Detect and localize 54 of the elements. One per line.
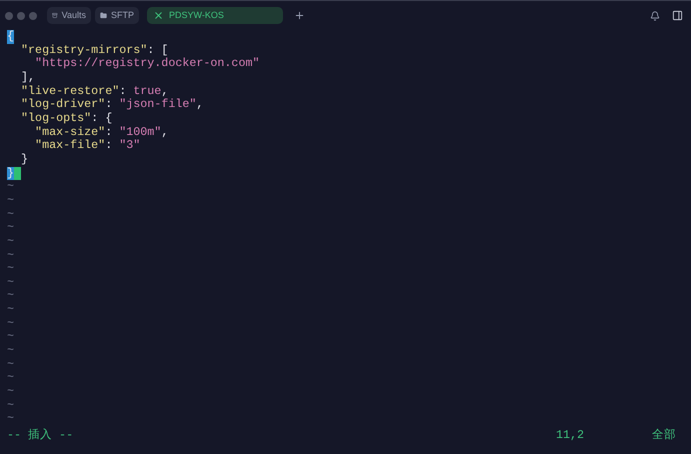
- code-text: :: [105, 139, 114, 153]
- empty-line-marker: ~: [7, 262, 14, 276]
- empty-line-marker: ~: [7, 412, 14, 426]
- code-text: :: [105, 98, 114, 112]
- empty-line-marker: ~: [7, 208, 14, 222]
- scroll-position: 全部: [652, 429, 676, 443]
- folder-icon: [100, 10, 107, 21]
- code-text: : {: [91, 112, 112, 126]
- code-text: "registry-mirrors": [20, 44, 148, 58]
- empty-line-marker: ~: [7, 344, 14, 358]
- cursor-position: 11,2: [556, 429, 584, 443]
- mode-indicator: -- 插入 --: [7, 429, 74, 443]
- empty-line-marker: ~: [7, 385, 14, 399]
- empty-line-marker: ~: [7, 180, 14, 194]
- tab[interactable]: SFTP: [95, 7, 139, 24]
- code-text: {: [7, 30, 14, 44]
- code-text: ,: [161, 84, 168, 98]
- code-text: :: [119, 84, 128, 98]
- empty-line-marker: ~: [7, 221, 14, 235]
- sidebar-toggle-icon[interactable]: [672, 10, 683, 21]
- code-text: "live-restore": [20, 84, 120, 98]
- new-tab-icon[interactable]: [294, 10, 305, 21]
- code-text: true: [133, 84, 162, 98]
- code-text: "log-opts": [20, 112, 92, 126]
- code-text: }: [7, 166, 14, 180]
- code-text: "https://registry.docker-on.com": [34, 57, 260, 71]
- empty-line-marker: ~: [7, 303, 14, 317]
- code-text: :: [105, 126, 114, 140]
- empty-line-marker: ~: [7, 248, 14, 262]
- code-text: "100m": [119, 126, 162, 140]
- empty-line-marker: ~: [7, 330, 14, 344]
- vault-icon: [52, 10, 58, 21]
- code-text: ,: [196, 98, 204, 112]
- empty-line-marker: ~: [7, 234, 14, 248]
- empty-line-marker: ~: [7, 398, 14, 412]
- code-text: ,: [161, 126, 168, 140]
- code-text: "json-file": [119, 98, 196, 112]
- empty-line-marker: ~: [7, 194, 14, 208]
- code-text: }: [20, 152, 28, 167]
- code-text: "3": [119, 139, 140, 153]
- notification-icon[interactable]: [650, 10, 660, 20]
- empty-line-marker: ~: [7, 316, 14, 330]
- empty-line-marker: ~: [7, 276, 14, 290]
- code-text: "log-driver": [20, 98, 106, 112]
- tab[interactable]: Vaults: [47, 7, 91, 24]
- code-text: "max-file": [34, 139, 106, 153]
- empty-line-marker: ~: [7, 371, 14, 386]
- empty-line-marker: ~: [7, 358, 14, 372]
- empty-line-marker: ~: [7, 289, 14, 304]
- code-text: ],: [20, 70, 36, 85]
- close-icon[interactable]: [153, 10, 164, 21]
- code-text: : [: [147, 44, 168, 58]
- code-text: "max-size": [34, 126, 106, 140]
- tab[interactable]: PDSYW-KOS: [147, 7, 283, 24]
